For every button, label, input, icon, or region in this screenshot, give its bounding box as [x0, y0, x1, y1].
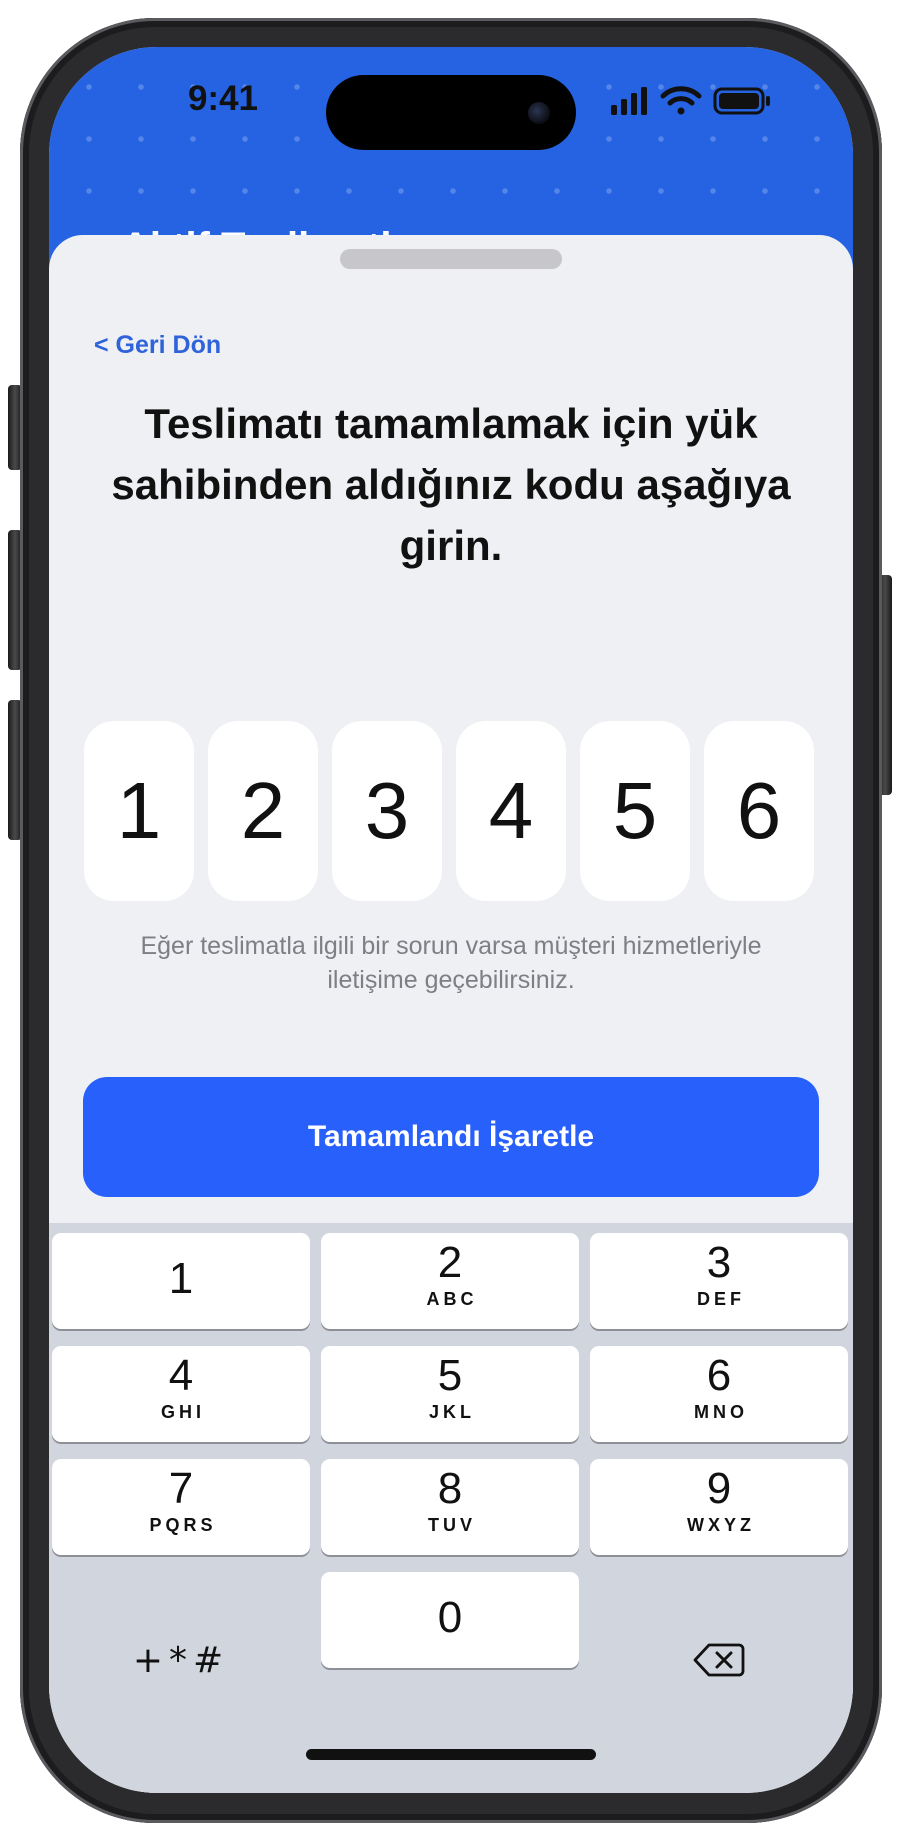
key-letters: MNO: [694, 1402, 748, 1422]
key-digit: 7: [168, 1464, 194, 1513]
key-letters: PQRS: [149, 1515, 217, 1535]
bottom-sheet: < Geri Dön Teslimatı tamamlamak için yük…: [49, 235, 853, 1793]
help-text: Eğer teslimatla ilgili bir sorun varsa m…: [140, 932, 762, 994]
key-9[interactable]: 9 WXYZ: [590, 1459, 848, 1555]
mark-complete-button[interactable]: Tamamlandı İşaretle: [83, 1077, 819, 1197]
status-time: 9:41: [187, 79, 259, 118]
home-indicator[interactable]: [306, 1749, 596, 1760]
wifi-icon: [660, 86, 702, 115]
key-letters: JKL: [428, 1402, 475, 1422]
key-1[interactable]: 1: [52, 1233, 310, 1329]
code-digit-box[interactable]: 5: [580, 721, 690, 901]
key-letters: GHI: [160, 1402, 205, 1422]
code-digit-box[interactable]: 3: [332, 721, 442, 901]
key-0[interactable]: 0: [321, 1572, 579, 1668]
delete-key[interactable]: [589, 1612, 849, 1708]
key-5[interactable]: 5 JKL: [321, 1346, 579, 1442]
key-digit: 5: [437, 1351, 463, 1400]
key-2[interactable]: 2 ABC: [321, 1233, 579, 1329]
key-letters: DEF: [697, 1289, 745, 1309]
key-digit: 6: [706, 1351, 732, 1400]
front-camera-icon: [528, 102, 550, 124]
status-icons: [611, 85, 791, 117]
backspace-icon: [693, 1643, 745, 1677]
key-letters: ABC: [426, 1289, 478, 1309]
code-digit-box[interactable]: 2: [208, 721, 318, 901]
key-digit: 2: [437, 1238, 463, 1287]
code-digit-box[interactable]: 1: [84, 721, 194, 901]
back-button[interactable]: < Geri Dön: [94, 331, 221, 360]
instruction-text: Teslimatı tamamlamak için yük sahibinden…: [111, 400, 791, 569]
key-6[interactable]: 6 MNO: [590, 1346, 848, 1442]
battery-icon: [713, 87, 770, 115]
key-digit: 9: [706, 1464, 732, 1513]
key-3[interactable]: 3 DEF: [590, 1233, 848, 1329]
cellular-signal-icon: [611, 87, 647, 115]
key-digit: 1: [168, 1254, 194, 1303]
key-7[interactable]: 7 PQRS: [52, 1459, 310, 1555]
phone-screen: Aktif Teslimatlar 9:41: [49, 47, 853, 1793]
key-8[interactable]: 8 TUV: [321, 1459, 579, 1555]
key-digit: 3: [706, 1238, 732, 1287]
key-digit: 0: [437, 1593, 463, 1642]
symbols-key[interactable]: +*#: [52, 1612, 310, 1708]
code-input-row[interactable]: 1 2 3 4 5 6: [84, 721, 818, 901]
dynamic-island: [326, 75, 576, 150]
numeric-keypad: 1 2 ABC 3 DEF 4 GHI 5 JKL 6 MNO 7 PQRS 8…: [49, 1223, 853, 1793]
code-digit-box[interactable]: 4: [456, 721, 566, 901]
key-digit: 8: [437, 1464, 463, 1513]
sheet-grabber[interactable]: [340, 249, 562, 269]
key-letters: TUV: [428, 1515, 476, 1535]
key-digit: 4: [168, 1351, 194, 1400]
key-letters: WXYZ: [687, 1515, 755, 1535]
key-4[interactable]: 4 GHI: [52, 1346, 310, 1442]
page-canvas: Aktif Teslimatlar 9:41: [0, 0, 900, 1840]
code-digit-box[interactable]: 6: [704, 721, 814, 901]
